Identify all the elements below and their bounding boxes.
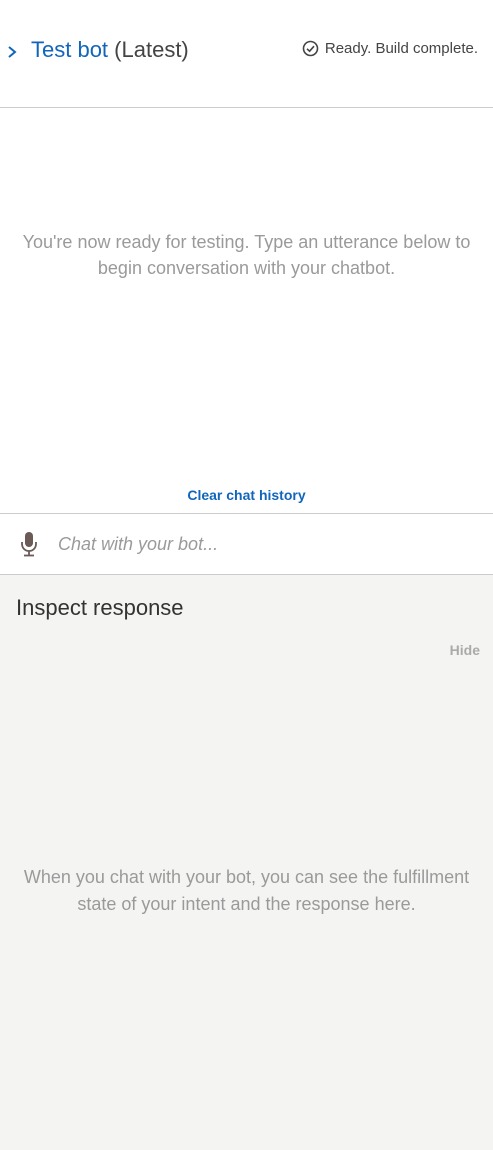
- chat-empty-message: You're now ready for testing. Type an ut…: [22, 232, 471, 278]
- build-status-text: Ready. Build complete.: [324, 40, 478, 57]
- build-status: Ready. Build complete.: [302, 40, 478, 57]
- test-bot-link[interactable]: Test bot: [31, 37, 108, 62]
- test-bot-header: Test bot (Latest) Ready. Build complete.: [0, 0, 493, 108]
- bot-version-label: (Latest): [114, 37, 189, 62]
- check-circle-icon: [302, 40, 319, 57]
- clear-chat-history-button[interactable]: Clear chat history: [187, 487, 305, 503]
- inspect-empty-message: When you chat with your bot, you can see…: [23, 867, 470, 914]
- clear-chat-history-container: Clear chat history: [0, 487, 493, 503]
- chevron-right-icon[interactable]: [4, 38, 20, 66]
- chat-input[interactable]: [52, 526, 472, 562]
- hide-button[interactable]: Hide: [450, 642, 480, 658]
- inspect-response-title: Inspect response: [16, 595, 184, 620]
- panel-title: Test bot (Latest): [31, 36, 189, 64]
- chat-area: You're now ready for testing. Type an ut…: [0, 108, 493, 513]
- chat-input-row: [0, 513, 493, 575]
- microphone-icon[interactable]: [19, 531, 39, 557]
- inspect-response-panel: Inspect response Hide When you chat with…: [0, 575, 493, 1150]
